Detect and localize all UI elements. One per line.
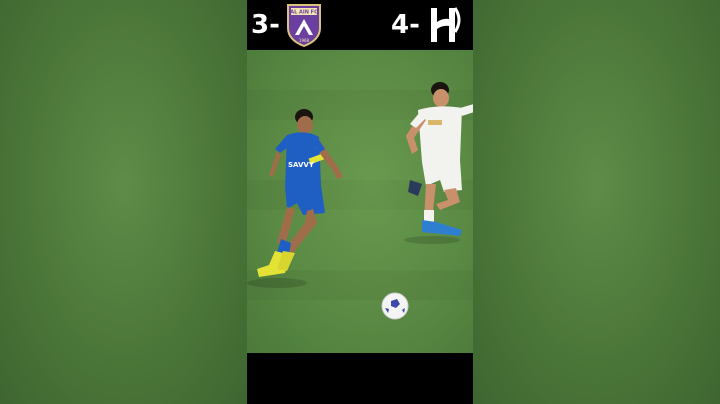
video-frame[interactable]: 3- AL AIN FC 1968 4- SAVVY <box>247 0 473 404</box>
bottom-letterbox <box>247 353 473 404</box>
al-hilal-crest-icon <box>431 7 461 42</box>
blurred-background-left <box>0 0 247 404</box>
left-team-score: 3- <box>251 10 280 40</box>
blurred-background-right <box>473 0 720 404</box>
crest-label: AL AIN FC <box>290 10 318 16</box>
right-team-score: 4- <box>391 10 420 40</box>
al-ain-fc-crest-icon: AL AIN FC 1968 <box>287 4 321 48</box>
crest-year: 1968 <box>299 38 310 43</box>
score-banner: 3- AL AIN FC 1968 4- <box>247 0 473 50</box>
football-pitch: SAVVY <box>247 50 473 353</box>
soccer-ball-icon <box>381 292 409 320</box>
blue-kit-player: SAVVY <box>247 109 343 288</box>
jersey-sponsor: SAVVY <box>288 161 315 169</box>
white-kit-player <box>404 82 473 244</box>
